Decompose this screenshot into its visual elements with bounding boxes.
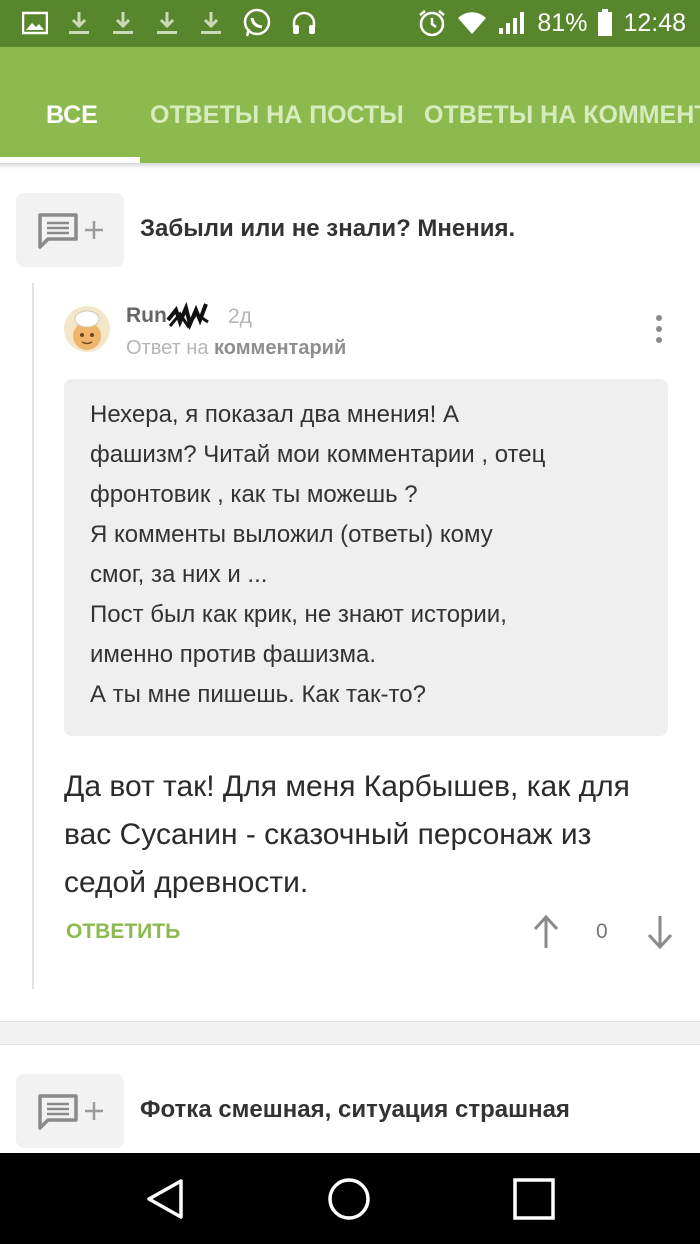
avatar[interactable] (64, 306, 110, 352)
quoted-comment: Нехера, я показал два мнения! А фашизм? … (64, 379, 668, 736)
quote-line: А ты мне пишешь. Как так-то? (90, 681, 426, 708)
download-icon (198, 10, 224, 36)
alarm-icon (417, 8, 447, 38)
tab-comment-replies[interactable]: ОТВЕТЫ НА КОММЕНТАРИИ (424, 101, 700, 130)
upvote-arrow-icon[interactable] (532, 914, 560, 950)
reply-target-link[interactable]: комментарий (214, 337, 346, 359)
comment-add-icon (38, 213, 103, 249)
comment-body-line: вас Сусанин - сказочный персонаж из (64, 818, 592, 851)
more-options-icon[interactable] (652, 315, 666, 349)
reply-button[interactable]: ОТВЕТИТЬ (66, 920, 180, 944)
battery-icon (597, 9, 613, 37)
battery-percent: 81% (537, 8, 588, 37)
section-divider (0, 1021, 700, 1045)
post-header[interactable]: Фотка смешная, ситуация страшная (16, 1074, 700, 1148)
image-icon (22, 11, 48, 35)
post-title[interactable]: Забыли или не знали? Мнения. (140, 215, 515, 243)
signal-icon (497, 10, 527, 36)
comment-username[interactable]: Run (126, 304, 167, 328)
quote-line: Я комменты выложил (ответы) кому (90, 521, 493, 548)
quote-line: Пост был как крик, не знают истории, (90, 601, 507, 628)
tab-bar-shadow (0, 163, 700, 169)
quote-line: смог, за них и ... (90, 561, 268, 588)
recents-icon[interactable] (513, 1178, 555, 1220)
comment-add-icon (38, 1094, 103, 1130)
comment-time: 2д (228, 305, 252, 328)
add-comment-button[interactable] (16, 193, 124, 267)
thread-line (32, 283, 34, 989)
wifi-icon (457, 10, 487, 36)
download-icon (66, 10, 92, 36)
post-header[interactable]: Забыли или не знали? Мнения. (16, 193, 700, 267)
quote-line: именно против фашизма. (90, 641, 377, 668)
navigation-bar (0, 1153, 700, 1244)
rating-count: 0 (596, 920, 608, 943)
quote-line: фронтовик , как ты можешь ? (90, 481, 418, 508)
reply-context: Ответ на комментарий (126, 337, 346, 360)
redaction-scribble (166, 301, 209, 330)
comment-body-line: Да вот так! Для меня Карбышев, как для (64, 770, 630, 803)
download-icon (110, 10, 136, 36)
comment-body-line: седой древности. (64, 866, 309, 899)
clock: 12:48 (623, 8, 686, 37)
tab-bar: ВСЕ ОТВЕТЫ НА ПОСТЫ ОТВЕТЫ НА КОММЕНТАРИ… (0, 47, 700, 163)
tab-post-replies[interactable]: ОТВЕТЫ НА ПОСТЫ (150, 101, 404, 130)
home-icon[interactable] (327, 1177, 371, 1221)
add-comment-button[interactable] (16, 1074, 124, 1148)
status-bar: 81% 12:48 (0, 0, 700, 47)
headphones-icon (290, 9, 318, 37)
downvote-arrow-icon[interactable] (646, 914, 674, 950)
whatsapp-icon (242, 8, 272, 38)
quote-line: Нехера, я показал два мнения! А (90, 401, 459, 428)
back-icon[interactable] (143, 1177, 187, 1221)
download-icon (154, 10, 180, 36)
tab-all[interactable]: ВСЕ (46, 101, 98, 130)
post-title[interactable]: Фотка смешная, ситуация страшная (140, 1096, 570, 1124)
quote-line: фашизм? Читай мои комментарии , отец (90, 441, 546, 468)
reply-prefix: Ответ на (126, 337, 209, 359)
